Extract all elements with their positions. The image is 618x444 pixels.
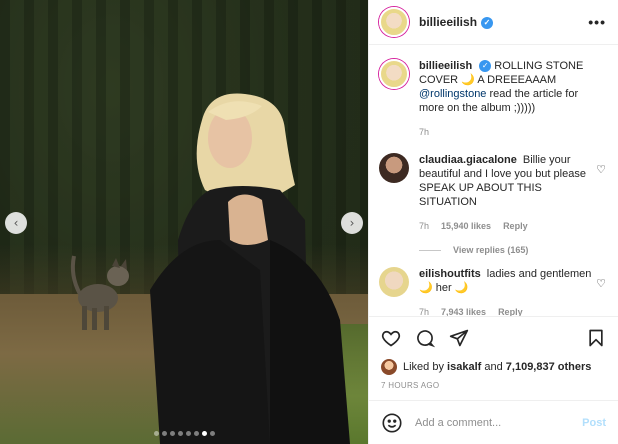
comment-username[interactable]: claudiaa.giacalone xyxy=(419,154,517,166)
carousel-dot xyxy=(161,431,167,436)
post-username[interactable]: billieeilish ✓ xyxy=(419,15,494,29)
verified-badge-icon: ✓ xyxy=(479,60,492,73)
post-header: billieeilish ✓ ••• xyxy=(369,0,618,45)
comment-item: claudiaa.giacalone Billie your beautiful… xyxy=(379,153,606,233)
carousel-dot xyxy=(185,431,191,436)
carousel-dot xyxy=(153,431,159,436)
comment-item: eilishoutfits ladies and gentlemen 🌙 her… xyxy=(379,267,606,316)
emoji-icon[interactable] xyxy=(381,412,403,434)
reply-button[interactable]: Reply xyxy=(498,305,523,316)
heart-icon[interactable]: ♡ xyxy=(592,163,606,176)
dog-figure xyxy=(70,255,129,330)
comment-likes[interactable]: 7,943 likes xyxy=(441,305,486,316)
like-heart-icon[interactable] xyxy=(381,328,401,348)
share-icon[interactable] xyxy=(449,328,469,348)
heart-icon[interactable]: ♡ xyxy=(592,277,606,290)
caption-mention-link[interactable]: @rollingstone xyxy=(419,88,486,100)
chevron-left-icon: ‹ xyxy=(13,216,19,230)
post-image[interactable]: ‹ › xyxy=(0,0,368,444)
carousel-dot xyxy=(193,431,199,436)
comment-likes[interactable]: 15,940 likes xyxy=(441,219,491,233)
comments-section: billieeilish ✓ ROLLING STONE COVER 🌙 A DR… xyxy=(369,45,618,316)
bookmark-icon[interactable] xyxy=(586,328,606,348)
caption-time[interactable]: 7h xyxy=(419,125,429,139)
carousel-dot xyxy=(209,431,215,436)
reply-button[interactable]: Reply xyxy=(503,219,528,233)
chevron-right-icon: › xyxy=(349,216,355,230)
comment-time[interactable]: 7h xyxy=(419,219,429,233)
comment-avatar[interactable] xyxy=(379,267,409,297)
caption-avatar[interactable] xyxy=(379,59,409,89)
carousel-dot xyxy=(201,431,207,436)
post-timestamp[interactable]: 7 HOURS AGO xyxy=(369,376,618,400)
carousel-prev-button[interactable]: ‹ xyxy=(5,212,27,234)
comment-body: eilishoutfits ladies and gentlemen 🌙 her… xyxy=(419,267,592,316)
instagram-post: ‹ › billieeilish ✓ ••• billieeilish ✓ ROLL… xyxy=(0,0,618,444)
avatar[interactable] xyxy=(379,7,409,37)
caption: billieeilish ✓ ROLLING STONE COVER 🌙 A DR… xyxy=(379,59,606,139)
likes-middle: and xyxy=(484,361,503,373)
comment-body: claudiaa.giacalone Billie your beautiful… xyxy=(419,153,592,233)
carousel-dot xyxy=(177,431,183,436)
view-replies-button[interactable]: View replies (165) xyxy=(419,245,606,255)
comment-icon[interactable] xyxy=(415,328,435,348)
likes-prefix: Liked by xyxy=(403,361,444,373)
likes-summary: Liked by isakalf and 7,109,837 others xyxy=(369,358,618,376)
post-username-text[interactable]: billieeilish xyxy=(419,15,477,29)
comment-input[interactable] xyxy=(415,416,571,429)
comment-username[interactable]: eilishoutfits xyxy=(419,268,481,280)
comment-time[interactable]: 7h xyxy=(419,305,429,316)
add-comment-bar: Post xyxy=(369,400,618,444)
caption-meta: 7h xyxy=(419,125,606,139)
carousel-indicator xyxy=(0,431,368,436)
comment-meta: 7h 15,940 likes Reply xyxy=(419,219,592,233)
caption-body: billieeilish ✓ ROLLING STONE COVER 🌙 A DR… xyxy=(419,59,606,139)
view-replies-label: View replies (165) xyxy=(453,245,529,255)
carousel-next-button[interactable]: › xyxy=(341,212,363,234)
caption-username[interactable]: billieeilish xyxy=(419,60,472,72)
carousel-dot xyxy=(169,431,175,436)
post-comment-button[interactable]: Post xyxy=(582,417,606,429)
comment-avatar[interactable] xyxy=(379,153,409,183)
liker-avatar[interactable] xyxy=(381,359,397,375)
more-options-icon[interactable]: ••• xyxy=(588,14,606,30)
verified-badge-icon: ✓ xyxy=(481,16,494,29)
post-sidebar: billieeilish ✓ ••• billieeilish ✓ ROLLING … xyxy=(368,0,618,444)
action-bar xyxy=(369,316,618,358)
woman-figure xyxy=(150,93,350,444)
liker-username[interactable]: isakalf xyxy=(447,361,481,373)
divider xyxy=(419,249,441,251)
comment-meta: 7h 7,943 likes Reply xyxy=(419,305,592,316)
likes-count[interactable]: 7,109,837 others xyxy=(506,361,592,373)
